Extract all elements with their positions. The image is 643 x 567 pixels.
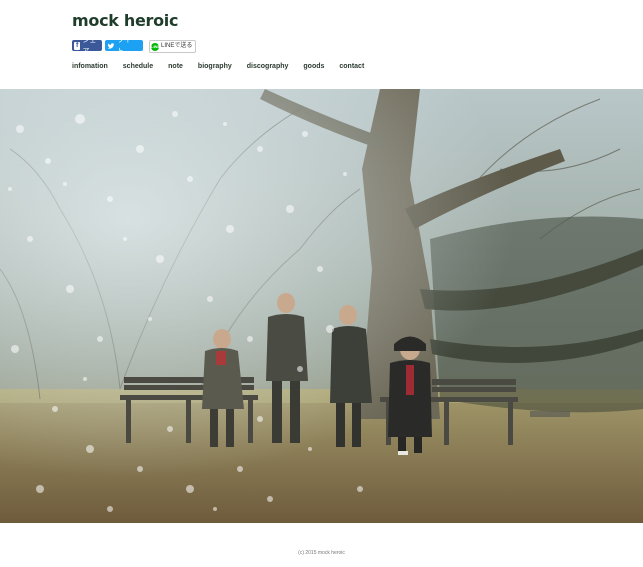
nav-item-biography[interactable]: biography xyxy=(198,62,232,72)
site-header: mock heroic f シェア ツイート LINE LINEで送る info… xyxy=(72,0,632,88)
nav-item-goods[interactable]: goods xyxy=(303,62,324,72)
hero-photo-image xyxy=(0,89,643,523)
twitter-bird-icon xyxy=(107,42,115,50)
nav-item-contact[interactable]: contact xyxy=(339,62,364,72)
nav-item-infomation[interactable]: infomation xyxy=(72,62,108,72)
facebook-icon: f xyxy=(74,41,81,50)
nav-item-schedule[interactable]: schedule xyxy=(123,62,153,72)
twitter-tweet-button[interactable]: ツイート xyxy=(105,37,143,55)
line-icon: LINE xyxy=(151,42,161,51)
share-buttons: f シェア ツイート LINE LINEで送る xyxy=(72,37,197,55)
line-send-button[interactable]: LINE LINEで送る xyxy=(149,40,197,53)
nav-item-discography[interactable]: discography xyxy=(247,62,289,72)
nav-item-note[interactable]: note xyxy=(168,62,183,72)
line-send-label: LINEで送る xyxy=(161,43,193,49)
facebook-share-label: シェア xyxy=(82,36,97,55)
footer-copyright: (c) 2015 mock heroic xyxy=(298,550,345,556)
site-logo[interactable]: mock heroic xyxy=(72,11,178,31)
main-nav: infomation schedule note biography disco… xyxy=(72,62,379,72)
hero-photo xyxy=(0,89,643,523)
page: mock heroic f シェア ツイート LINE LINEで送る info… xyxy=(0,0,643,567)
twitter-tweet-label: ツイート xyxy=(117,36,138,55)
facebook-share-button[interactable]: f シェア xyxy=(72,37,102,55)
